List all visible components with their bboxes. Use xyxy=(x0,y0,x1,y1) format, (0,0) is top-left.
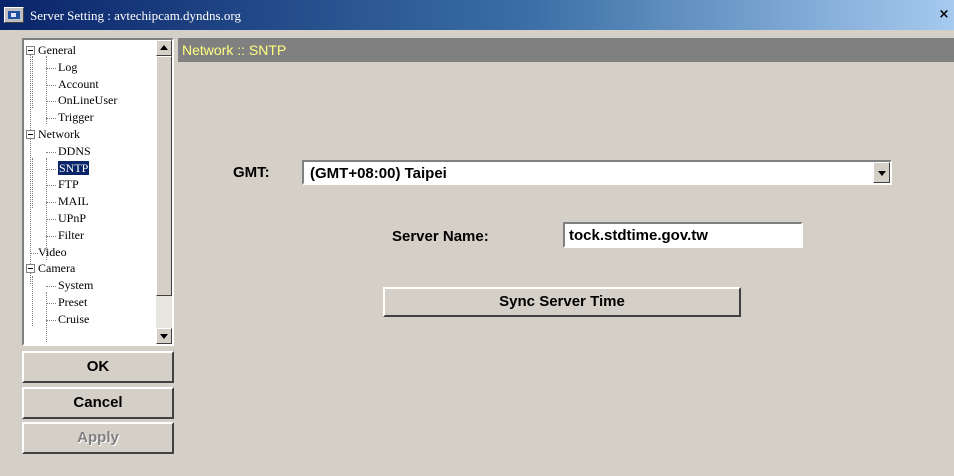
tree-item-ftp[interactable]: FTP xyxy=(58,176,79,193)
tree-item-label: FTP xyxy=(58,177,79,192)
ok-button[interactable]: OK xyxy=(22,351,174,383)
tree-item-label: OnLineUser xyxy=(58,93,118,108)
server-name-label: Server Name: xyxy=(392,228,489,245)
settings-tree-panel: General Log Account OnLineUser Trigger Networ… xyxy=(22,38,174,346)
arrow-down-icon xyxy=(160,334,168,339)
gmt-select[interactable]: (GMT+08:00) Taipei xyxy=(302,160,892,185)
tree-item-preset[interactable]: Preset xyxy=(58,294,87,311)
tree-item-label: MAIL xyxy=(58,194,89,209)
tree-item-mail[interactable]: MAIL xyxy=(58,193,89,210)
tree-group-label: Camera xyxy=(38,261,76,276)
scroll-up-button[interactable] xyxy=(156,40,172,56)
tree-item-filter[interactable]: Filter xyxy=(58,227,84,244)
tree-item-sntp[interactable]: SNTP xyxy=(58,160,90,177)
settings-tree: General Log Account OnLineUser Trigger Networ… xyxy=(24,40,154,344)
tree-item-label: Cruise xyxy=(58,311,90,326)
tree-item-cruise[interactable]: Cruise xyxy=(58,311,89,328)
tree-item-label: DDNS xyxy=(58,143,91,158)
tree-group-video[interactable]: Video xyxy=(38,244,67,261)
tree-collapse-icon[interactable] xyxy=(26,46,35,55)
tree-group-general[interactable]: General xyxy=(38,42,76,59)
tree-group-camera[interactable]: Camera xyxy=(38,260,75,277)
server-name-input[interactable] xyxy=(563,222,803,248)
tree-group-network[interactable]: Network xyxy=(38,126,80,143)
tree-item-log[interactable]: Log xyxy=(58,59,77,76)
sync-server-time-button[interactable]: Sync Server Time xyxy=(383,287,741,317)
tree-item-label: Preset xyxy=(58,295,88,309)
page-title: Network :: SNTP xyxy=(182,42,287,58)
close-icon[interactable]: × xyxy=(936,7,952,23)
scroll-down-button[interactable] xyxy=(156,328,172,344)
tree-item-onlineuser[interactable]: OnLineUser xyxy=(58,92,117,109)
tree-group-label: General xyxy=(38,43,76,57)
tree-item-label: SNTP xyxy=(58,160,90,175)
tree-group-label: Network xyxy=(38,127,80,141)
gmt-dropdown-button[interactable] xyxy=(873,162,890,183)
tree-group-label: Video xyxy=(38,244,67,259)
app-icon xyxy=(4,7,24,23)
tree-scrollbar[interactable] xyxy=(156,40,172,344)
scroll-thumb[interactable] xyxy=(156,56,172,296)
tree-item-ddns[interactable]: DDNS xyxy=(58,143,91,160)
cancel-button[interactable]: Cancel xyxy=(22,387,174,419)
tree-item-label: UPnP xyxy=(58,211,87,225)
gmt-label: GMT: xyxy=(233,164,270,181)
arrow-up-icon xyxy=(160,45,168,50)
tree-item-label: Log xyxy=(58,59,78,74)
tree-item-upnp[interactable]: UPnP xyxy=(58,210,86,227)
section-header: Network :: SNTP xyxy=(178,38,954,62)
gmt-select-value: (GMT+08:00) Taipei xyxy=(310,165,447,182)
tree-item-account[interactable]: Account xyxy=(58,76,99,93)
tree-collapse-icon[interactable] xyxy=(26,264,35,274)
tree-item-trigger[interactable]: Trigger xyxy=(58,109,94,126)
tree-item-label: Filter xyxy=(58,227,84,242)
chevron-down-icon xyxy=(878,171,886,176)
tree-item-system[interactable]: System xyxy=(58,277,93,294)
tree-item-label: Account xyxy=(58,76,99,91)
apply-button: Apply xyxy=(22,422,174,454)
tree-item-label: Trigger xyxy=(58,110,94,125)
title-bar: Server Setting : avtechipcam.dyndns.org … xyxy=(0,0,954,30)
tree-item-label: System xyxy=(58,278,94,293)
tree-collapse-icon[interactable] xyxy=(26,130,35,139)
window-title: Server Setting : avtechipcam.dyndns.org xyxy=(30,8,241,23)
